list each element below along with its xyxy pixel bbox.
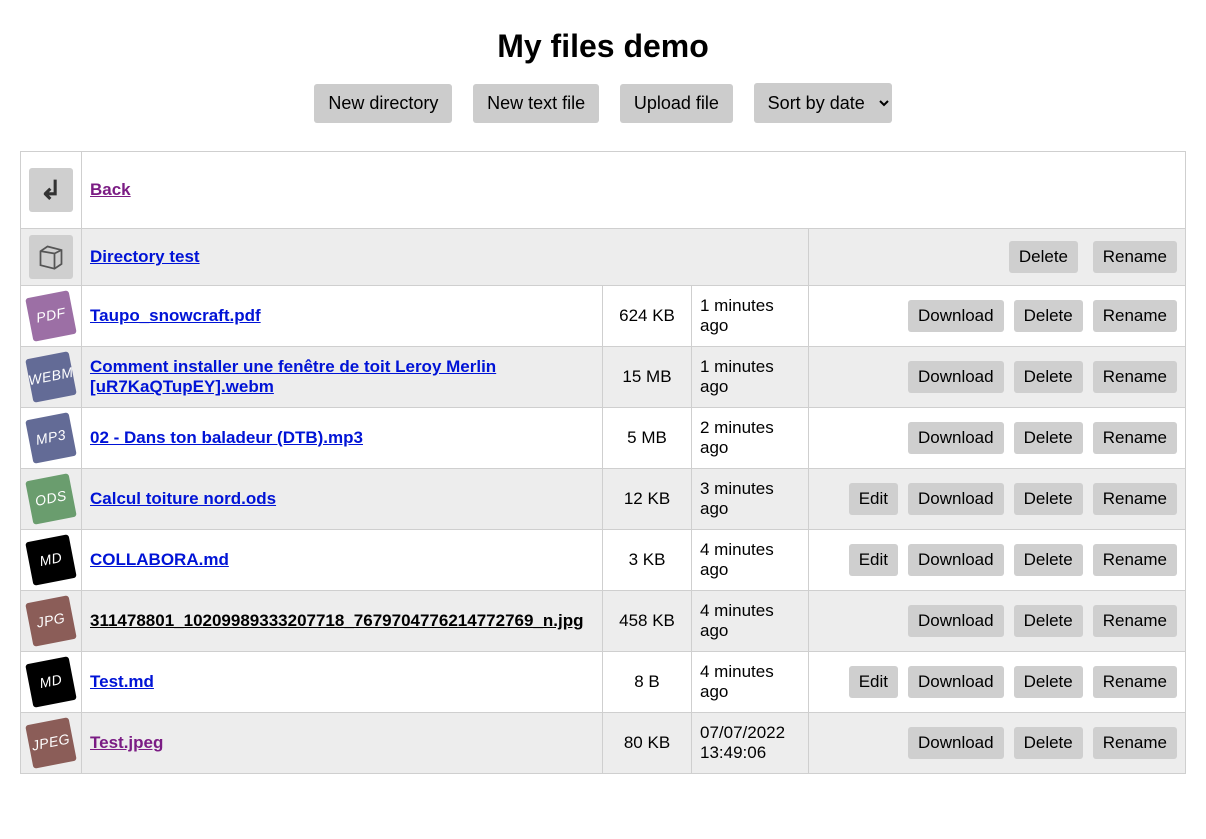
download-button[interactable]: Download [908, 605, 1004, 637]
file-link[interactable]: Test.md [90, 672, 154, 691]
file-size: 3 KB [603, 530, 692, 591]
sort-select[interactable]: Sort by date [754, 83, 892, 123]
directory-row: Directory test Delete Rename [21, 229, 1186, 286]
rename-button[interactable]: Rename [1093, 422, 1177, 454]
file-type-icon[interactable]: JPEG [25, 717, 77, 769]
file-size: 458 KB [603, 591, 692, 652]
rename-button[interactable]: Rename [1093, 300, 1177, 332]
edit-button[interactable]: Edit [849, 544, 898, 576]
file-actions: Download Delete Rename [809, 347, 1186, 408]
file-time: 1 minutes ago [692, 347, 809, 408]
back-link[interactable]: Back [90, 180, 131, 199]
download-button[interactable]: Download [908, 361, 1004, 393]
file-size: 5 MB [603, 408, 692, 469]
toolbar: New directory New text file Upload file … [20, 83, 1186, 123]
download-button[interactable]: Download [908, 300, 1004, 332]
file-link[interactable]: Calcul toiture nord.ods [90, 489, 276, 508]
file-type-icon[interactable]: JPG [25, 595, 77, 647]
back-row: ↲ Back [21, 152, 1186, 229]
file-row: MD Test.md 8 B4 minutes ago Edit Download Del… [21, 652, 1186, 713]
file-actions: Download Delete Rename [809, 286, 1186, 347]
file-row: MD COLLABORA.md 3 KB4 minutes ago Edit Downl… [21, 530, 1186, 591]
directory-link[interactable]: Directory test [90, 247, 200, 266]
file-link[interactable]: COLLABORA.md [90, 550, 229, 569]
rename-button[interactable]: Rename [1093, 727, 1177, 759]
delete-button[interactable]: Delete [1014, 605, 1083, 637]
delete-button[interactable]: Delete [1014, 300, 1083, 332]
rename-button[interactable]: Rename [1093, 666, 1177, 698]
download-button[interactable]: Download [908, 544, 1004, 576]
file-type-icon[interactable]: ODS [25, 473, 77, 525]
file-time: 1 minutes ago [692, 286, 809, 347]
file-link[interactable]: Taupo_snowcraft.pdf [90, 306, 261, 325]
file-type-icon[interactable]: MP3 [25, 412, 77, 464]
file-type-icon[interactable]: MD [25, 534, 77, 586]
delete-button[interactable]: Delete [1014, 544, 1083, 576]
file-time: 4 minutes ago [692, 530, 809, 591]
new-directory-button[interactable]: New directory [314, 84, 452, 123]
file-size: 12 KB [603, 469, 692, 530]
file-time: 4 minutes ago [692, 652, 809, 713]
file-actions: Edit Download Delete Rename [809, 652, 1186, 713]
edit-button[interactable]: Edit [849, 666, 898, 698]
delete-button[interactable]: Delete [1014, 422, 1083, 454]
file-time: 3 minutes ago [692, 469, 809, 530]
delete-button[interactable]: Delete [1014, 666, 1083, 698]
rename-button[interactable]: Rename [1093, 544, 1177, 576]
folder-icon[interactable] [29, 235, 73, 279]
file-actions: Download Delete Rename [809, 408, 1186, 469]
delete-button[interactable]: Delete [1009, 241, 1078, 273]
delete-button[interactable]: Delete [1014, 361, 1083, 393]
back-icon[interactable]: ↲ [29, 168, 73, 212]
download-button[interactable]: Download [908, 727, 1004, 759]
files-table: ↲ Back Directory test Delete [20, 151, 1186, 774]
file-actions: Download Delete Rename [809, 713, 1186, 774]
file-row: MP3 02 - Dans ton baladeur (DTB).mp3 5 MB2… [21, 408, 1186, 469]
file-size: 15 MB [603, 347, 692, 408]
edit-button[interactable]: Edit [849, 483, 898, 515]
rename-button[interactable]: Rename [1093, 605, 1177, 637]
upload-file-button[interactable]: Upload file [620, 84, 733, 123]
download-button[interactable]: Download [908, 483, 1004, 515]
file-link[interactable]: Comment installer une fenêtre de toit Le… [90, 357, 496, 396]
page-title: My files demo [20, 28, 1186, 65]
file-time: 07/07/2022 13:49:06 [692, 713, 809, 774]
file-size: 80 KB [603, 713, 692, 774]
file-row: PDF Taupo_snowcraft.pdf 624 KB1 minutes ag… [21, 286, 1186, 347]
delete-button[interactable]: Delete [1014, 483, 1083, 515]
file-type-icon[interactable]: WEBM [25, 351, 77, 403]
file-link[interactable]: 02 - Dans ton baladeur (DTB).mp3 [90, 428, 363, 447]
file-type-icon[interactable]: PDF [25, 290, 77, 342]
file-actions: Edit Download Delete Rename [809, 530, 1186, 591]
download-button[interactable]: Download [908, 666, 1004, 698]
download-button[interactable]: Download [908, 422, 1004, 454]
rename-button[interactable]: Rename [1093, 241, 1177, 273]
rename-button[interactable]: Rename [1093, 483, 1177, 515]
file-type-icon[interactable]: MD [25, 656, 77, 708]
file-actions: Download Delete Rename [809, 591, 1186, 652]
file-size: 8 B [603, 652, 692, 713]
file-row: ODS Calcul toiture nord.ods 12 KB3 minutes… [21, 469, 1186, 530]
file-link[interactable]: Test.jpeg [90, 733, 163, 752]
file-time: 4 minutes ago [692, 591, 809, 652]
file-time: 2 minutes ago [692, 408, 809, 469]
file-link[interactable]: 311478801_10209989333207718_767970477621… [90, 611, 583, 630]
file-size: 624 KB [603, 286, 692, 347]
rename-button[interactable]: Rename [1093, 361, 1177, 393]
file-row: JPG 311478801_10209989333207718_767970477… [21, 591, 1186, 652]
new-text-file-button[interactable]: New text file [473, 84, 599, 123]
delete-button[interactable]: Delete [1014, 727, 1083, 759]
file-actions: Edit Download Delete Rename [809, 469, 1186, 530]
file-row: JPEGTest.jpeg80 KB07/07/2022 13:49:06Dow… [21, 713, 1186, 774]
file-row: WEBM Comment installer une fenêtre de toi… [21, 347, 1186, 408]
